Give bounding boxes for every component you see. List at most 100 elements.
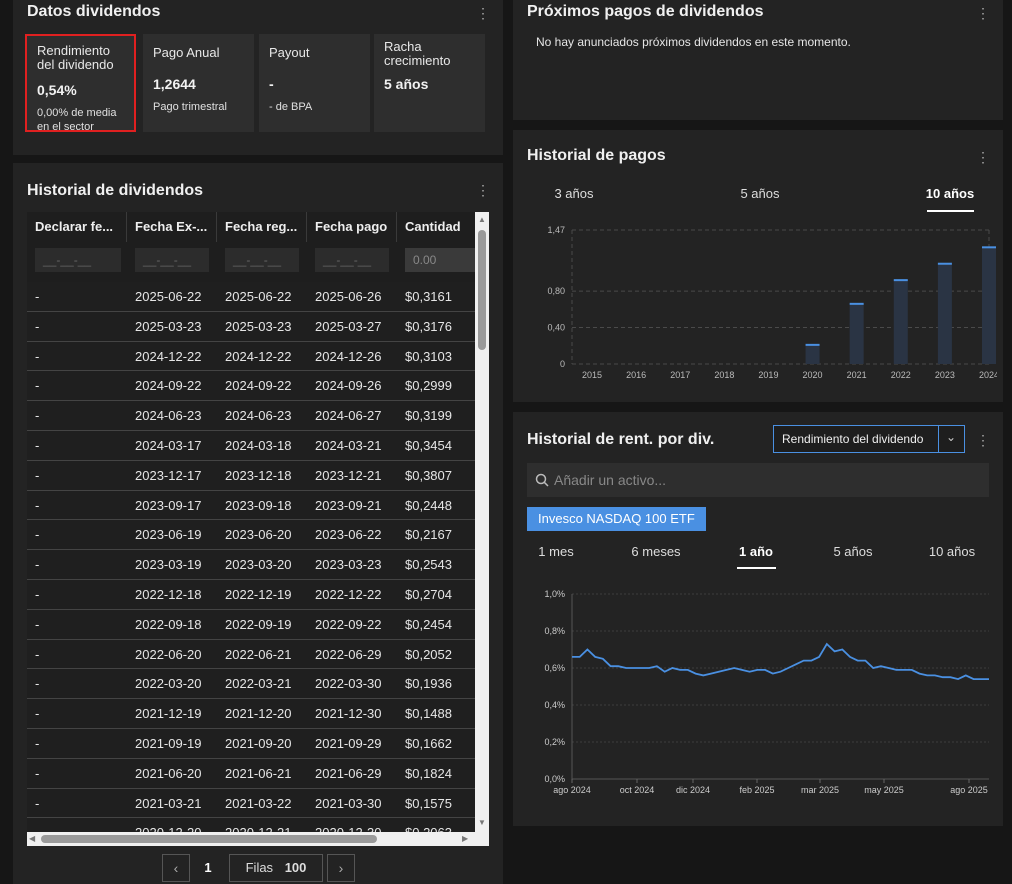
column-header-fecha-reg[interactable]: Fecha reg... xyxy=(217,212,307,242)
y-tick-label: 0,80 xyxy=(547,286,565,296)
table-cell: - xyxy=(35,795,40,811)
pagos-menu-icon[interactable] xyxy=(976,149,988,165)
table-cell: $0,2448 xyxy=(405,497,452,513)
table-cell: 2022-09-19 xyxy=(225,616,292,632)
filter-fecha-ex-input[interactable]: __-__-__ xyxy=(135,248,209,272)
table-cell: $0,1488 xyxy=(405,706,452,722)
table-row: - 2024-12-22 2024-12-22 2024-12-26 $0,3103 xyxy=(27,341,475,372)
table-cell: 2022-09-22 xyxy=(315,616,382,632)
historial-menu-icon[interactable] xyxy=(476,182,488,198)
x-tick-label: 2020 xyxy=(803,370,823,380)
tab-10-anos-rent[interactable]: 10 años xyxy=(922,544,982,559)
rows-label: Filas xyxy=(245,860,274,875)
table-cell: 2023-03-19 xyxy=(135,557,202,573)
x-tick-label: 2023 xyxy=(935,370,955,380)
table-row: - 2021-12-19 2021-12-20 2021-12-30 $0,1488 xyxy=(27,699,475,729)
table-row: - 2023-06-19 2023-06-20 2023-06-22 $0,2167 xyxy=(27,520,475,551)
table-cell: $0,2999 xyxy=(405,378,452,394)
scroll-up-icon[interactable]: ▲ xyxy=(478,215,486,224)
x-tick-label: 2018 xyxy=(714,370,734,380)
filter-cantidad-input[interactable]: 0.00 xyxy=(405,248,475,272)
table-row: - 2025-06-22 2025-06-22 2025-06-26 $0,3161 xyxy=(27,282,475,312)
filter-fecha-reg-input[interactable]: __-__-__ xyxy=(225,248,299,272)
stat-card-pago-anual[interactable]: Pago Anual 1,2644 Pago trimestral xyxy=(143,34,254,132)
table-cell: 2024-06-23 xyxy=(225,408,292,424)
table-cell: - xyxy=(35,616,40,632)
table-row: - 2022-12-18 2022-12-19 2022-12-22 $0,2704 xyxy=(27,579,475,610)
stat-value: - xyxy=(269,76,274,92)
x-tick-label: 2022 xyxy=(891,370,911,380)
x-tick-label: oct 2024 xyxy=(620,785,655,795)
table-cell: 2024-12-22 xyxy=(135,348,202,364)
stat-card-rendimiento[interactable]: Rendimiento del dividendo 0,54% 0,00% de… xyxy=(25,34,136,133)
table-cell: 2024-03-17 xyxy=(135,437,202,453)
tab-10-anos[interactable]: 10 años xyxy=(920,186,980,201)
table-header: Declarar fe... Fecha Ex-... Fecha reg...… xyxy=(27,212,475,242)
table-cell: - xyxy=(35,676,40,692)
proximos-pagos-title: Próximos pagos de dividendos xyxy=(527,3,764,20)
x-tick-label: 2015 xyxy=(582,370,602,380)
table-cell: $0,2167 xyxy=(405,527,452,543)
x-tick-label: feb 2025 xyxy=(739,785,774,795)
column-header-fecha-pago[interactable]: Fecha pago xyxy=(307,212,397,242)
column-header-declarar[interactable]: Declarar fe... xyxy=(27,212,127,242)
rows-per-page-select[interactable]: Filas 100 xyxy=(229,854,323,882)
tab-6-meses[interactable]: 6 meses xyxy=(620,544,692,559)
stat-sub: 0,00% de media en el sector xyxy=(37,107,117,133)
table-cell: 2025-03-27 xyxy=(315,318,382,334)
scroll-down-icon[interactable]: ▼ xyxy=(478,818,486,827)
vertical-scroll-thumb[interactable] xyxy=(478,230,486,350)
stat-card-racha[interactable]: Racha crecimiento 5 años xyxy=(374,34,485,132)
column-header-fecha-ex[interactable]: Fecha Ex-... xyxy=(127,212,217,242)
stat-value: 0,54% xyxy=(37,82,77,98)
table-row: - 2022-06-20 2022-06-21 2022-06-29 $0,2052 xyxy=(27,639,475,670)
scroll-left-icon[interactable]: ◀ xyxy=(29,834,35,843)
asset-search-box[interactable]: Añadir un activo... xyxy=(527,463,989,497)
datos-menu-icon[interactable] xyxy=(476,5,488,21)
x-tick-label: 2016 xyxy=(626,370,646,380)
asset-search-input[interactable]: Añadir un activo... xyxy=(554,472,666,488)
asset-chip[interactable]: Invesco NASDAQ 100 ETF xyxy=(527,507,706,531)
table-cell: 2024-09-22 xyxy=(225,378,292,394)
table-horizontal-scrollbar[interactable]: ◀ ▶ xyxy=(27,832,489,846)
table-row: - 2022-09-18 2022-09-19 2022-09-22 $0,2454 xyxy=(27,609,475,640)
table-cell: - xyxy=(35,527,40,543)
filter-declarar-input[interactable]: __-__-__ xyxy=(35,248,121,272)
tab-1-ano[interactable]: 1 año xyxy=(726,544,786,559)
y-tick-label: 1,47 xyxy=(547,225,565,235)
table-cell: 2021-12-20 xyxy=(225,706,292,722)
table-vertical-scrollbar[interactable]: ▲ ▼ xyxy=(475,212,489,832)
metric-dropdown[interactable]: Rendimiento del dividendo ⌄ xyxy=(773,425,965,453)
table-cell: $0,2052 xyxy=(405,646,452,662)
horizontal-scroll-thumb[interactable] xyxy=(41,835,377,843)
tab-5-anos[interactable]: 5 años xyxy=(730,186,790,201)
stat-label: Pago Anual xyxy=(153,45,220,60)
tab-5-anos-rent[interactable]: 5 años xyxy=(823,544,883,559)
stat-card-payout[interactable]: Payout - - de BPA xyxy=(259,34,370,132)
table-cell: 2024-12-22 xyxy=(225,348,292,364)
filter-fecha-pago-input[interactable]: __-__-__ xyxy=(315,248,389,272)
table-cell: 2025-03-23 xyxy=(135,318,202,334)
stat-label: Racha crecimiento xyxy=(384,39,451,68)
rent-menu-icon[interactable] xyxy=(976,432,988,448)
current-page: 1 xyxy=(204,860,212,875)
tab-active-underline xyxy=(927,210,974,212)
table-cell: - xyxy=(35,646,40,662)
next-page-button[interactable]: › xyxy=(327,854,355,882)
table-cell: 2021-06-21 xyxy=(225,765,292,781)
table-cell: 2020-12-21 xyxy=(217,818,292,832)
x-tick-label: 2024 xyxy=(979,370,997,380)
stat-value: 5 años xyxy=(384,76,429,92)
proximos-menu-icon[interactable] xyxy=(976,5,988,21)
tab-3-anos[interactable]: 3 años xyxy=(544,186,604,201)
scroll-right-icon[interactable]: ▶ xyxy=(462,834,468,843)
tab-1-mes[interactable]: 1 mes xyxy=(526,544,586,559)
table-cell: 2022-12-18 xyxy=(135,586,202,602)
y-tick-label: 0,40 xyxy=(547,323,565,333)
table-body: - 2025-06-22 2025-06-22 2025-06-26 $0,3161 - 2… xyxy=(27,282,475,832)
prev-page-button[interactable]: ‹ xyxy=(162,854,190,882)
column-header-cantidad[interactable]: Cantidad xyxy=(397,212,475,242)
table-cell: $0,2543 xyxy=(405,557,452,573)
dividend-table: Declarar fe... Fecha Ex-... Fecha reg...… xyxy=(27,212,475,832)
table-cell: $0,3176 xyxy=(405,318,452,334)
